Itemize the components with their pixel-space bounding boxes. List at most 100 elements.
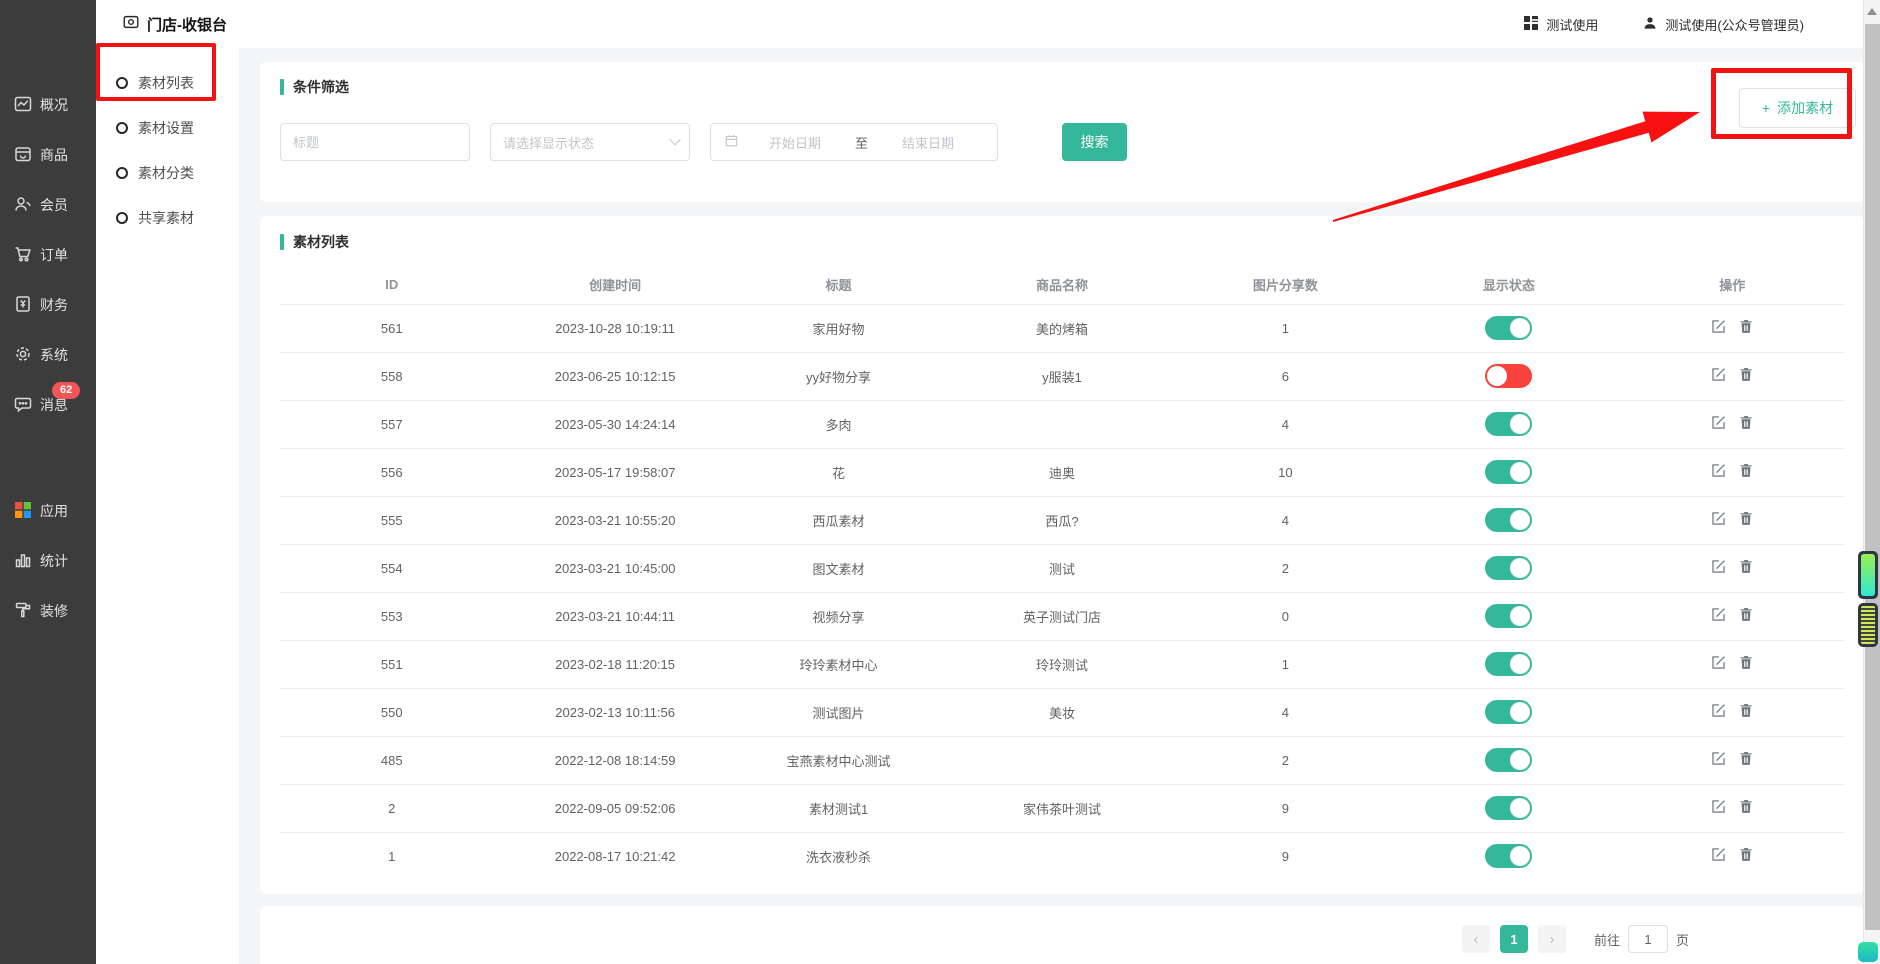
material-visibility-cell <box>1397 544 1620 592</box>
visibility-toggle[interactable] <box>1485 844 1532 868</box>
page-1-button[interactable]: 1 <box>1500 925 1528 953</box>
delete-icon[interactable] <box>1738 558 1754 575</box>
submenu-item-material-settings[interactable]: 素材设置 <box>96 105 239 150</box>
visibility-toggle[interactable] <box>1485 316 1532 340</box>
delete-icon[interactable] <box>1738 702 1754 719</box>
edit-icon[interactable] <box>1710 318 1727 335</box>
material-created: 2023-05-30 14:24:14 <box>503 400 726 448</box>
delete-icon[interactable] <box>1738 510 1754 527</box>
col-actions: 操作 <box>1621 266 1844 304</box>
delete-icon[interactable] <box>1738 654 1754 671</box>
material-table-body: 5612023-10-28 10:19:11家用好物美的烤箱15582023-0… <box>280 304 1844 880</box>
row-actions <box>1621 544 1844 592</box>
edit-icon[interactable] <box>1710 750 1727 767</box>
visibility-toggle[interactable] <box>1485 748 1532 772</box>
edit-icon[interactable] <box>1710 558 1727 575</box>
delete-icon[interactable] <box>1738 366 1754 383</box>
status-select[interactable]: 请选择显示状态 <box>490 123 690 161</box>
main-content: 条件筛选 请选择显示状态 开始日期 至 结束日期 搜索 <box>240 48 1880 964</box>
sidebar-item-label: 系统 <box>40 345 68 365</box>
row-actions <box>1621 592 1844 640</box>
calendar-icon <box>724 133 739 151</box>
radio-circle-icon <box>116 77 128 89</box>
edit-icon[interactable] <box>1710 702 1727 719</box>
delete-icon[interactable] <box>1738 798 1754 815</box>
date-range-picker[interactable]: 开始日期 至 结束日期 <box>710 123 998 161</box>
visibility-toggle[interactable] <box>1485 556 1532 580</box>
material-title: 多肉 <box>727 400 950 448</box>
edit-icon[interactable] <box>1710 846 1727 863</box>
delete-icon[interactable] <box>1738 846 1754 863</box>
submenu-item-material-category[interactable]: 素材分类 <box>96 150 239 195</box>
material-id: 1 <box>280 832 503 880</box>
edit-icon[interactable] <box>1710 510 1727 527</box>
table-header-row: ID 创建时间 标题 商品名称 图片分享数 显示状态 操作 <box>280 266 1844 304</box>
edit-icon[interactable] <box>1710 606 1727 623</box>
edit-icon[interactable] <box>1710 462 1727 479</box>
edit-icon[interactable] <box>1710 798 1727 815</box>
sidebar-item-orders[interactable]: 订单 <box>0 230 96 280</box>
sidebar-item-decorate[interactable]: 装修 <box>0 586 96 636</box>
delete-icon[interactable] <box>1738 606 1754 623</box>
user-menu[interactable]: 测试使用(公众号管理员) <box>1642 15 1804 34</box>
material-product <box>950 400 1173 448</box>
visibility-toggle[interactable] <box>1485 508 1532 532</box>
scroll-up-arrow[interactable] <box>1867 8 1877 15</box>
edit-icon[interactable] <box>1710 654 1727 671</box>
delete-icon[interactable] <box>1738 414 1754 431</box>
browser-scrollbar[interactable] <box>1863 0 1880 964</box>
sidebar-item-apps[interactable]: 应用 <box>0 486 96 536</box>
visibility-toggle[interactable] <box>1485 364 1532 388</box>
material-title: 宝燕素材中心测试 <box>727 736 950 784</box>
table-row: 5502023-02-13 10:11:56测试图片美妆4 <box>280 688 1844 736</box>
material-shares: 4 <box>1174 688 1397 736</box>
material-product <box>950 736 1173 784</box>
sidebar-item-messages[interactable]: 消息 62 <box>0 380 96 430</box>
material-title: yy好物分享 <box>727 352 950 400</box>
delete-icon[interactable] <box>1738 462 1754 479</box>
sidebar-item-finance[interactable]: 财务 <box>0 280 96 330</box>
sidebar-item-label: 订单 <box>40 245 68 265</box>
toggle-knob <box>1510 750 1530 770</box>
material-created: 2023-05-17 19:58:07 <box>503 448 726 496</box>
submenu-item-shared-material[interactable]: 共享素材 <box>96 195 239 240</box>
sidebar-item-goods[interactable]: 商品 <box>0 130 96 180</box>
next-page-button[interactable]: › <box>1538 925 1566 953</box>
secondary-menu: 素材列表 素材设置 素材分类 共享素材 <box>96 48 240 964</box>
table-row: 22022-09-05 09:52:06素材测试1家伟茶叶测试9 <box>280 784 1844 832</box>
sidebar-item-label: 财务 <box>40 295 68 315</box>
workspace-switcher[interactable]: 测试使用 <box>1523 15 1598 34</box>
toggle-knob <box>1510 798 1530 818</box>
visibility-toggle[interactable] <box>1485 652 1532 676</box>
visibility-toggle[interactable] <box>1485 412 1532 436</box>
submenu-item-material-list[interactable]: 素材列表 <box>96 60 239 105</box>
sidebar-item-members[interactable]: 会员 <box>0 180 96 230</box>
edit-icon[interactable] <box>1710 414 1727 431</box>
goto-page-input[interactable] <box>1628 925 1668 953</box>
scrollbar-thumb[interactable] <box>1865 24 1880 930</box>
visibility-toggle[interactable] <box>1485 700 1532 724</box>
material-id: 556 <box>280 448 503 496</box>
material-visibility-cell <box>1397 640 1620 688</box>
visibility-toggle[interactable] <box>1485 796 1532 820</box>
sidebar-item-overview[interactable]: 概况 <box>0 80 96 130</box>
title-filter-input[interactable] <box>280 123 470 161</box>
delete-icon[interactable] <box>1738 750 1754 767</box>
col-product: 商品名称 <box>950 266 1173 304</box>
toggle-knob <box>1510 606 1530 626</box>
row-actions <box>1621 640 1844 688</box>
delete-icon[interactable] <box>1738 318 1754 335</box>
edit-icon[interactable] <box>1710 366 1727 383</box>
finance-icon <box>13 294 33 317</box>
visibility-toggle[interactable] <box>1485 604 1532 628</box>
search-button[interactable]: 搜索 <box>1062 123 1127 161</box>
visibility-toggle[interactable] <box>1485 460 1532 484</box>
sidebar-item-stats[interactable]: 统计 <box>0 536 96 586</box>
goods-icon <box>13 144 33 167</box>
sidebar-item-label: 装修 <box>40 601 68 621</box>
add-material-button[interactable]: + 添加素材 <box>1739 88 1856 128</box>
sidebar-item-system[interactable]: 系统 <box>0 330 96 380</box>
prev-page-button[interactable]: ‹ <box>1462 925 1490 953</box>
sidebar-item-label: 应用 <box>40 501 68 521</box>
row-actions <box>1621 832 1844 880</box>
